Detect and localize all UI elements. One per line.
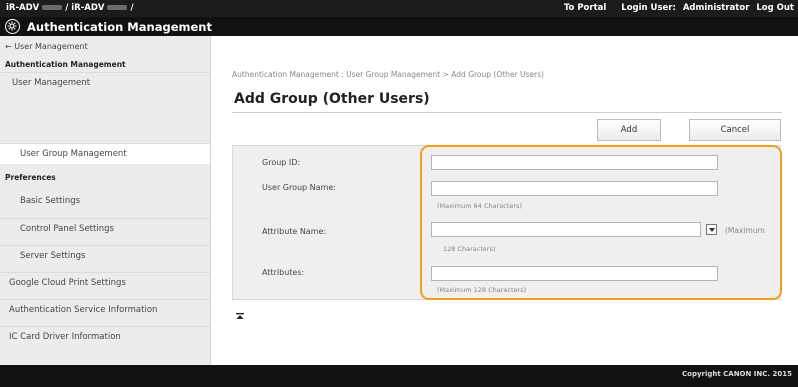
redacted-text bbox=[42, 5, 63, 10]
user-group-name-label: User Group Name: bbox=[262, 183, 336, 192]
top-bar: iR-ADV / iR-ADV / To Portal Login User: Ad… bbox=[0, 0, 798, 17]
log-out-link[interactable]: Log Out bbox=[756, 3, 794, 13]
device-suffix: / bbox=[130, 3, 134, 13]
gear-icon bbox=[5, 19, 20, 34]
user-group-name-input[interactable] bbox=[431, 181, 718, 196]
breadcrumb: Authentication Management : User Group M… bbox=[232, 70, 544, 79]
footer: Copyright CANON INC. 2015 bbox=[0, 365, 798, 387]
sidebar-item-basic-settings[interactable]: Basic Settings bbox=[0, 191, 210, 212]
group-id-label: Group ID: bbox=[262, 158, 301, 167]
sidebar-item-user-group-management[interactable]: User Group Management bbox=[0, 143, 210, 164]
collapse-up-icon[interactable] bbox=[236, 313, 244, 321]
device-name: iR-ADV / iR-ADV / bbox=[6, 3, 134, 13]
sidebar-item-authentication-service-info[interactable]: Authentication Service Information bbox=[0, 299, 210, 320]
login-user-label: Login User: bbox=[621, 3, 676, 13]
group-id-input[interactable] bbox=[431, 155, 718, 170]
sidebar-item-control-panel-settings[interactable]: Control Panel Settings bbox=[0, 218, 210, 239]
sidebar-item-server-settings[interactable]: Server Settings bbox=[0, 245, 210, 266]
login-user-value: Administrator bbox=[682, 3, 750, 13]
sidebar-section-preferences: Preferences bbox=[5, 173, 56, 182]
cancel-button[interactable]: Cancel bbox=[689, 119, 781, 141]
sidebar-item-user-management[interactable]: User Management bbox=[0, 72, 210, 93]
redacted-text bbox=[107, 5, 128, 10]
add-button[interactable]: Add bbox=[597, 119, 661, 141]
device-separator: / iR-ADV bbox=[65, 3, 105, 13]
attribute-name-hint-a: (Maximum bbox=[725, 226, 765, 235]
device-prefix: iR-ADV bbox=[6, 3, 40, 13]
page-title: Add Group (Other Users) bbox=[234, 91, 430, 107]
sidebar-section-authentication: Authentication Management bbox=[5, 60, 126, 69]
attribute-name-label: Attribute Name: bbox=[262, 227, 327, 236]
title-divider bbox=[232, 112, 782, 113]
top-bar-links: To Portal Login User: Administrator Log … bbox=[552, 3, 794, 13]
sidebar-item-ic-card-driver-info[interactable]: IC Card Driver Information bbox=[0, 326, 210, 347]
chevron-down-icon[interactable] bbox=[706, 224, 717, 235]
app-header: Authentication Management bbox=[0, 17, 798, 36]
attributes-hint: (Maximum 128 Characters) bbox=[437, 286, 527, 294]
attributes-label: Attributes: bbox=[262, 268, 305, 277]
app-title: Authentication Management bbox=[27, 20, 212, 34]
copyright-text: Copyright CANON INC. 2015 bbox=[682, 370, 792, 378]
to-portal-link[interactable]: To Portal bbox=[564, 3, 606, 13]
attribute-name-input[interactable] bbox=[431, 222, 701, 237]
sidebar: ← User Management Authentication Managem… bbox=[0, 36, 211, 365]
user-group-name-hint: (Maximum 64 Characters) bbox=[437, 202, 522, 210]
attributes-input[interactable] bbox=[431, 266, 718, 281]
sidebar-item-google-cloud-print[interactable]: Google Cloud Print Settings bbox=[0, 272, 210, 293]
sidebar-back-link[interactable]: ← User Management bbox=[5, 42, 88, 51]
attribute-name-hint-b: 128 Characters) bbox=[443, 245, 496, 253]
